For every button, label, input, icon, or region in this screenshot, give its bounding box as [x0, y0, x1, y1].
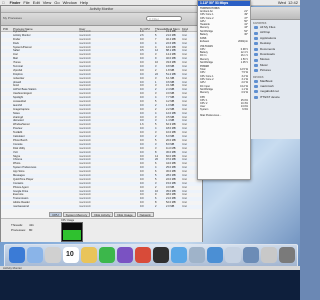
dock-appstore-icon[interactable]: [171, 247, 187, 263]
sidebar-item-label: ITTEST device: [260, 94, 280, 99]
tab-bar: CPU System Memory Disk Activity Disk Usa…: [1, 212, 202, 217]
dock-mail-icon[interactable]: [45, 247, 61, 263]
sensor-value: 30°: [244, 33, 248, 37]
folder-icon: [254, 85, 258, 89]
sidebar-item-label: All My Files: [260, 25, 276, 29]
tab-disk-usage[interactable]: Disk Usage: [114, 212, 136, 217]
sensor-value: 6.9%: [242, 108, 248, 112]
sensor-preferences-label: iStat Preferences...: [200, 113, 222, 117]
sidebar-item-label: Pictures: [260, 68, 271, 73]
clock-day[interactable]: Wed: [278, 0, 286, 5]
dock-safari-icon[interactable]: [27, 247, 43, 263]
toolbar: My Processes Q Filter: [1, 13, 202, 26]
search-input[interactable]: Q Filter: [146, 16, 182, 21]
dock-skype-icon[interactable]: [207, 247, 223, 263]
app-menu[interactable]: Finder: [8, 1, 21, 5]
sensor-value: 2000rpm: [238, 40, 248, 44]
tab-network[interactable]: Network: [136, 212, 154, 217]
cell-kind: Intel: [182, 205, 187, 209]
dock-downloads-icon[interactable]: [243, 247, 259, 263]
taskbar: Activity Monitor: [0, 266, 300, 270]
dock-calendar-icon[interactable]: 10: [63, 247, 79, 263]
finder-sidebar: FAVORITES All My Files AirDrop Applications…: [251, 20, 300, 100]
sidebar-item-label: MacBook: [260, 78, 273, 83]
dock-trash-icon[interactable]: [279, 247, 295, 263]
folder-icon: [254, 47, 258, 51]
finder-toolbar: [251, 7, 300, 20]
dock-documents-icon[interactable]: [261, 247, 277, 263]
sensor-label: Battery: [200, 33, 208, 37]
folder-icon: [254, 79, 258, 83]
processes-label: Processes:: [11, 228, 26, 232]
apple-menu-icon[interactable]: : [0, 1, 5, 5]
activity-monitor-window: Activity Monitor My Processes Q Filter P…: [0, 5, 203, 242]
folder-icon: [254, 31, 258, 35]
window-title: Activity Monitor: [1, 6, 202, 13]
cpu-usage-graph: [61, 222, 83, 242]
dock-finder-icon[interactable]: [9, 247, 25, 263]
sensor-label: Memory: [200, 91, 210, 95]
dock-activity-icon[interactable]: [99, 247, 115, 263]
dock-notes-icon[interactable]: [81, 247, 97, 263]
threads-value: 411: [29, 223, 34, 227]
dock: 10: [4, 244, 298, 268]
lower-background: [0, 266, 300, 300]
sensor-row: System 6.9%: [198, 108, 250, 111]
sensor-label: System: [200, 108, 209, 112]
sidebar-item-label: Movies: [260, 57, 270, 62]
cell-user: macintosh: [79, 205, 91, 209]
folder-icon: [254, 53, 258, 57]
folder-icon: [254, 69, 258, 73]
folder-icon: [254, 26, 258, 30]
dock-terminal-icon[interactable]: [153, 247, 169, 263]
table-row[interactable]: nsurlsessiond macintosh 0.0 2 2.0 MB Intel: [1, 205, 202, 209]
sensor-value: 1.05 V: [240, 60, 248, 64]
sidebar-item-label: Documents: [260, 46, 276, 51]
dock-folder-icon[interactable]: [225, 247, 241, 263]
sidebar-item-label: Downloads: [260, 51, 275, 56]
cpu-panel: Threads: 411 Processes: 80 CPU Usage: [1, 218, 202, 242]
cell-threads: 2: [155, 205, 157, 209]
sidebar-item-label: megabuild.net: [260, 89, 279, 94]
sidebar-item-label: Applications: [260, 35, 277, 40]
tab-system-memory[interactable]: System Memory: [62, 212, 91, 217]
process-table: loginwindow macintosh 1.0 3 19.3 MB Intel Acti…: [1, 30, 202, 210]
filter-dropdown[interactable]: My Processes: [3, 16, 22, 20]
folder-icon: [254, 36, 258, 40]
sensor-label: Northbridge: [200, 60, 214, 64]
sensor-list: TEMPERATURES Ambient Air 21° CPU Core 1 49° C…: [198, 6, 250, 112]
calendar-day: 10: [66, 251, 74, 258]
folder-icon: [254, 95, 258, 99]
sidebar-item[interactable]: ITTEST device: [251, 95, 300, 100]
folder-icon: [254, 58, 258, 62]
cell-cpu: 0.0: [140, 205, 144, 209]
sidebar-item-label: AirDrop: [260, 30, 271, 35]
sidebar-item-label: macintosh: [260, 83, 274, 88]
sensor-dropdown-panel: 1.11F 50° 53 Mbps TEMPERATURES Ambient Ai…: [197, 0, 251, 180]
tab-cpu[interactable]: CPU: [49, 212, 62, 217]
sensor-value: 0.9 W: [241, 91, 248, 95]
folder-icon: [254, 63, 258, 67]
sidebar-item-label: Music: [260, 62, 268, 67]
dock-photo-icon[interactable]: [135, 247, 151, 263]
processes-value: 80: [29, 228, 33, 232]
menubar-status: Wed 12:42: [278, 0, 300, 5]
sidebar-item[interactable]: Pictures: [251, 68, 300, 73]
cpu-usage-fill: [63, 230, 81, 240]
dock-itunes-icon[interactable]: [117, 247, 133, 263]
cell-real-mem: 2.0 MB: [166, 205, 175, 209]
folder-icon: [254, 90, 258, 94]
tab-disk-activity[interactable]: Disk Activity: [91, 212, 114, 217]
dock-preferences-icon[interactable]: [189, 247, 205, 263]
sensor-label: Exhaust: [200, 40, 210, 44]
cell-process-name: nsurlsessiond: [13, 205, 29, 209]
sensor-preferences-item[interactable]: iStat Preferences...: [198, 114, 250, 117]
folder-icon: [254, 42, 258, 46]
finder-window: FAVORITES All My Files AirDrop Applications…: [250, 7, 300, 139]
threads-label: Threads:: [11, 223, 23, 227]
clock-time[interactable]: 12:42: [288, 0, 298, 5]
sidebar-item-label: Desktop: [260, 41, 272, 46]
